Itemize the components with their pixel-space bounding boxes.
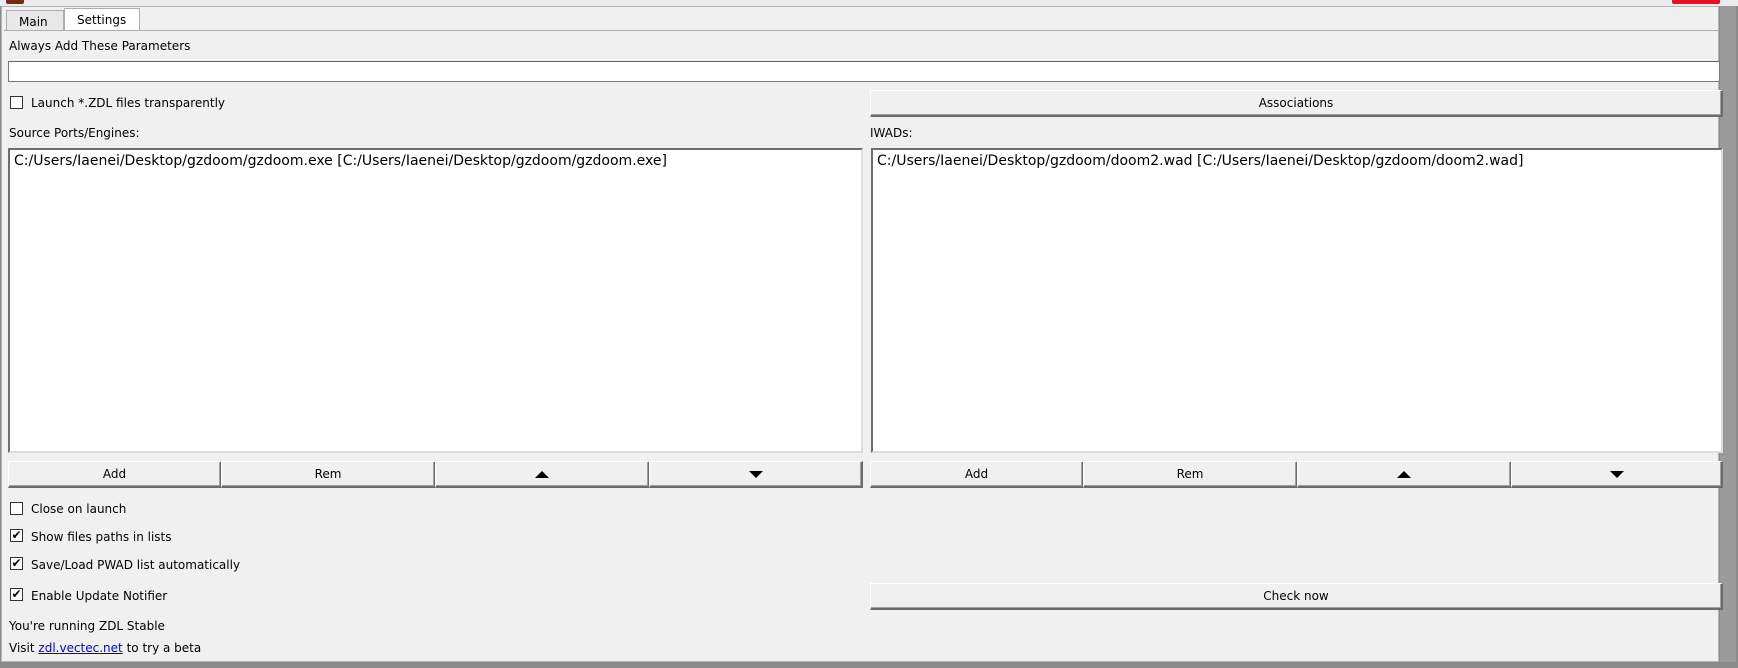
save-load-pwad-label: Save/Load PWAD list automatically bbox=[31, 558, 241, 572]
tab-main[interactable]: Main bbox=[6, 10, 64, 31]
window-close-button[interactable] bbox=[1672, 0, 1720, 4]
show-paths-label: Show files paths in lists bbox=[31, 530, 172, 544]
iwads-label: IWADs: bbox=[870, 126, 913, 140]
update-notifier-checkbox[interactable]: ✔ bbox=[10, 588, 23, 601]
iwad-move-down-button[interactable] bbox=[1511, 461, 1723, 488]
triangle-down-icon bbox=[748, 471, 763, 478]
visit-text: Visit zdl.vectec.net to try a beta bbox=[9, 641, 201, 655]
close-on-launch-label: Close on launch bbox=[31, 502, 127, 516]
check-mark-icon: ✔ bbox=[11, 528, 22, 542]
check-mark-icon: ✔ bbox=[11, 587, 22, 601]
source-rem-button[interactable]: Rem bbox=[221, 461, 436, 488]
show-paths-checkbox[interactable]: ✔ bbox=[10, 529, 23, 542]
check-now-button[interactable]: Check now bbox=[870, 583, 1723, 610]
update-notifier-label: Enable Update Notifier bbox=[31, 589, 168, 603]
running-version-text: You're running ZDL Stable bbox=[9, 619, 165, 633]
close-on-launch-checkbox[interactable] bbox=[10, 502, 23, 515]
always-add-label: Always Add These Parameters bbox=[9, 39, 191, 53]
list-item[interactable]: C:/Users/Iaenei/Desktop/gzdoom/doom2.wad… bbox=[877, 152, 1717, 170]
zdl-website-link[interactable]: zdl.vectec.net bbox=[38, 641, 122, 655]
iwad-move-up-button[interactable] bbox=[1297, 461, 1512, 488]
tab-settings[interactable]: Settings bbox=[64, 8, 140, 31]
source-add-button[interactable]: Add bbox=[8, 461, 222, 488]
associations-button[interactable]: Associations bbox=[870, 90, 1723, 117]
visit-prefix: Visit bbox=[9, 641, 35, 655]
launch-zdl-checkbox[interactable] bbox=[10, 96, 23, 109]
triangle-up-icon bbox=[535, 471, 549, 478]
source-ports-label: Source Ports/Engines: bbox=[9, 126, 140, 140]
source-move-up-button[interactable] bbox=[435, 461, 650, 488]
check-mark-icon: ✔ bbox=[11, 556, 22, 570]
triangle-up-icon bbox=[1397, 471, 1411, 478]
triangle-down-icon bbox=[1609, 471, 1624, 478]
iwad-add-button[interactable]: Add bbox=[870, 461, 1084, 488]
save-load-pwad-checkbox[interactable]: ✔ bbox=[10, 557, 23, 570]
list-item[interactable]: C:/Users/Iaenei/Desktop/gzdoom/gzdoom.ex… bbox=[14, 152, 857, 170]
app-icon bbox=[6, 0, 24, 4]
visit-suffix: to try a beta bbox=[126, 641, 202, 655]
launch-zdl-label: Launch *.ZDL files transparently bbox=[31, 96, 226, 110]
always-add-input[interactable] bbox=[8, 61, 1720, 82]
source-ports-list[interactable]: C:/Users/Iaenei/Desktop/gzdoom/gzdoom.ex… bbox=[8, 148, 863, 453]
iwad-rem-button[interactable]: Rem bbox=[1083, 461, 1298, 488]
source-move-down-button[interactable] bbox=[649, 461, 863, 488]
iwads-list[interactable]: C:/Users/Iaenei/Desktop/gzdoom/doom2.wad… bbox=[871, 148, 1723, 453]
